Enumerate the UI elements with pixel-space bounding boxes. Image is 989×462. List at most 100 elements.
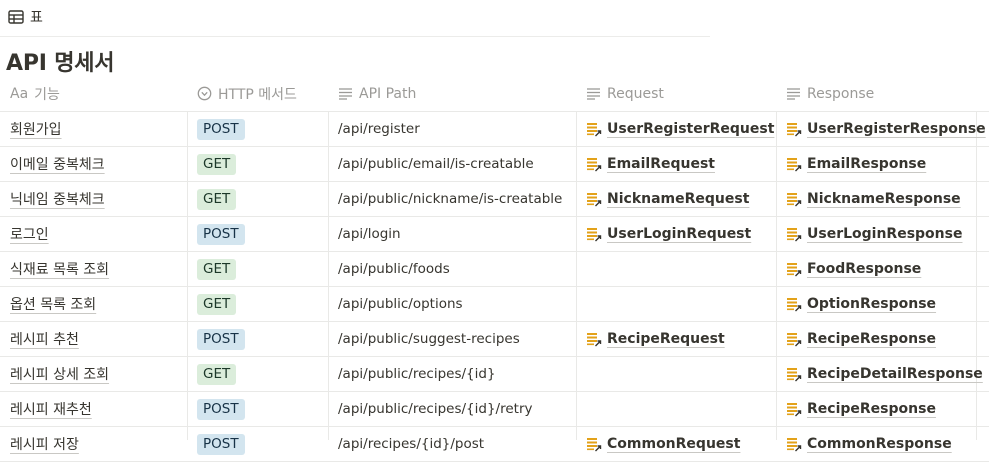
- row-name[interactable]: 레시피 저장: [10, 434, 79, 454]
- row-response-cell[interactable]: UserRegisterResponse: [786, 112, 986, 146]
- row-request-cell[interactable]: RecipeRequest: [586, 322, 725, 356]
- row-path-cell[interactable]: /api/public/foods: [338, 252, 450, 286]
- row-name[interactable]: 식재료 목록 조회: [10, 259, 109, 279]
- row-response-cell[interactable]: OptionResponse: [786, 287, 936, 321]
- response-link[interactable]: OptionResponse: [786, 296, 936, 312]
- table-row[interactable]: 닉네임 중복체크 GET/api/public/nickname/is-creat…: [0, 181, 989, 216]
- row-method-cell[interactable]: POST: [197, 427, 245, 461]
- row-response-cell[interactable]: NicknameResponse: [786, 182, 961, 216]
- row-name[interactable]: 레시피 재추천: [10, 399, 92, 419]
- row-response-cell[interactable]: RecipeResponse: [786, 392, 936, 426]
- response-link[interactable]: CommonResponse: [786, 436, 952, 452]
- row-path: /api/recipes/{id}/post: [338, 436, 485, 452]
- response-link[interactable]: RecipeResponse: [786, 401, 936, 417]
- request-link-text: UserLoginRequest: [607, 226, 752, 242]
- row-name-cell[interactable]: 옵션 목록 조회: [10, 287, 96, 321]
- response-link[interactable]: UserRegisterResponse: [786, 121, 986, 137]
- request-link[interactable]: UserRegisterRequest: [586, 121, 774, 137]
- row-method-cell[interactable]: POST: [197, 322, 245, 356]
- row-path-cell[interactable]: /api/public/recipes/{id}/retry: [338, 392, 532, 426]
- row-method-cell[interactable]: POST: [197, 112, 245, 146]
- row-path-cell[interactable]: /api/login: [338, 217, 401, 251]
- table-row[interactable]: 레시피 추천 POST/api/public/suggest-recipes Rec…: [0, 321, 989, 356]
- row-name[interactable]: 레시피 상세 조회: [10, 364, 109, 384]
- row-method-cell[interactable]: GET: [197, 287, 237, 321]
- request-link[interactable]: CommonRequest: [586, 436, 740, 452]
- table-row[interactable]: 이메일 중복체크 GET/api/public/email/is-creatabl…: [0, 146, 989, 181]
- column-header-method[interactable]: HTTP 메서드: [197, 76, 297, 111]
- method-tag: POST: [197, 433, 245, 455]
- row-name[interactable]: 옵션 목록 조회: [10, 294, 96, 314]
- row-method-cell[interactable]: POST: [197, 392, 245, 426]
- row-name-cell[interactable]: 닉네임 중복체크: [10, 182, 105, 216]
- response-link[interactable]: FoodResponse: [786, 261, 921, 277]
- row-request-cell[interactable]: NicknameRequest: [586, 182, 749, 216]
- row-name-cell[interactable]: 로그인: [10, 217, 49, 251]
- row-name[interactable]: 로그인: [10, 224, 49, 244]
- row-response-cell[interactable]: CommonResponse: [786, 427, 952, 461]
- request-link-text: RecipeRequest: [607, 331, 725, 347]
- request-link[interactable]: EmailRequest: [586, 156, 715, 172]
- row-path-cell[interactable]: /api/public/email/is-creatable: [338, 147, 534, 181]
- row-name-cell[interactable]: 회원가입: [10, 112, 62, 146]
- table-row[interactable]: 레시피 재추천 POST/api/public/recipes/{id}/retr…: [0, 391, 989, 426]
- row-name[interactable]: 이메일 중복체크: [10, 154, 105, 174]
- table-row[interactable]: 식재료 목록 조회 GET/api/public/foods FoodRespons…: [0, 251, 989, 286]
- row-path-cell[interactable]: /api/register: [338, 112, 420, 146]
- method-tag: GET: [197, 153, 237, 175]
- row-name-cell[interactable]: 이메일 중복체크: [10, 147, 105, 181]
- request-link[interactable]: UserLoginRequest: [586, 226, 751, 242]
- response-link[interactable]: RecipeResponse: [786, 331, 936, 347]
- method-tag: POST: [197, 398, 245, 420]
- method-tag: POST: [197, 118, 245, 140]
- request-link[interactable]: RecipeRequest: [586, 331, 725, 347]
- row-method-cell[interactable]: GET: [197, 182, 237, 216]
- row-response-cell[interactable]: RecipeDetailResponse: [786, 357, 983, 391]
- response-link[interactable]: NicknameResponse: [786, 191, 961, 207]
- column-header-path[interactable]: API Path: [338, 76, 416, 111]
- table-row[interactable]: 레시피 저장 POST/api/recipes/{id}/post CommonRe…: [0, 426, 989, 462]
- page-icon: [787, 158, 802, 172]
- row-request-cell[interactable]: EmailRequest: [586, 147, 715, 181]
- row-path-cell[interactable]: /api/public/suggest-recipes: [338, 322, 520, 356]
- response-link-text: RecipeResponse: [807, 401, 936, 417]
- row-request-cell[interactable]: UserLoginRequest: [586, 217, 751, 251]
- row-name-cell[interactable]: 레시피 상세 조회: [10, 357, 109, 391]
- row-path-cell[interactable]: /api/public/options: [338, 287, 463, 321]
- row-response-cell[interactable]: RecipeResponse: [786, 322, 936, 356]
- row-name[interactable]: 레시피 추천: [10, 329, 79, 349]
- row-name-cell[interactable]: 레시피 저장: [10, 427, 79, 461]
- row-name-cell[interactable]: 레시피 재추천: [10, 392, 92, 426]
- view-tab-table[interactable]: 표: [8, 7, 43, 27]
- row-method-cell[interactable]: POST: [197, 217, 245, 251]
- table-body: 회원가입 POST/api/register UserRegisterRequest…: [0, 111, 989, 462]
- row-response-cell[interactable]: EmailResponse: [786, 147, 926, 181]
- column-header-name[interactable]: Aa 기능: [10, 76, 60, 111]
- request-link[interactable]: NicknameRequest: [586, 191, 749, 207]
- row-path-cell[interactable]: /api/public/nickname/is-creatable: [338, 182, 562, 216]
- response-link[interactable]: EmailResponse: [786, 156, 926, 172]
- row-response-cell[interactable]: FoodResponse: [786, 252, 921, 286]
- response-link-text: UserLoginResponse: [807, 226, 963, 242]
- table-row[interactable]: 레시피 상세 조회 GET/api/public/recipes/{id} Reci…: [0, 356, 989, 391]
- row-name-cell[interactable]: 식재료 목록 조회: [10, 252, 109, 286]
- row-method-cell[interactable]: GET: [197, 147, 237, 181]
- column-header-response[interactable]: Response: [786, 76, 874, 111]
- response-link[interactable]: RecipeDetailResponse: [786, 366, 983, 382]
- row-method-cell[interactable]: GET: [197, 357, 237, 391]
- row-name[interactable]: 닉네임 중복체크: [10, 189, 105, 209]
- column-header-request[interactable]: Request: [586, 76, 664, 111]
- row-request-cell[interactable]: CommonRequest: [586, 427, 740, 461]
- table-row[interactable]: 로그인 POST/api/login UserLoginRequest UserLog…: [0, 216, 989, 251]
- row-name[interactable]: 회원가입: [10, 119, 62, 139]
- response-link[interactable]: UserLoginResponse: [786, 226, 962, 242]
- row-method-cell[interactable]: GET: [197, 252, 237, 286]
- row-response-cell[interactable]: UserLoginResponse: [786, 217, 962, 251]
- table-row[interactable]: 회원가입 POST/api/register UserRegisterRequest…: [0, 111, 989, 146]
- row-path-cell[interactable]: /api/recipes/{id}/post: [338, 427, 484, 461]
- table-row[interactable]: 옵션 목록 조회 GET/api/public/options OptionResp…: [0, 286, 989, 321]
- row-path-cell[interactable]: /api/public/recipes/{id}: [338, 357, 496, 391]
- row-request-cell[interactable]: UserRegisterRequest: [586, 112, 774, 146]
- row-name-cell[interactable]: 레시피 추천: [10, 322, 79, 356]
- method-tag: GET: [197, 293, 237, 315]
